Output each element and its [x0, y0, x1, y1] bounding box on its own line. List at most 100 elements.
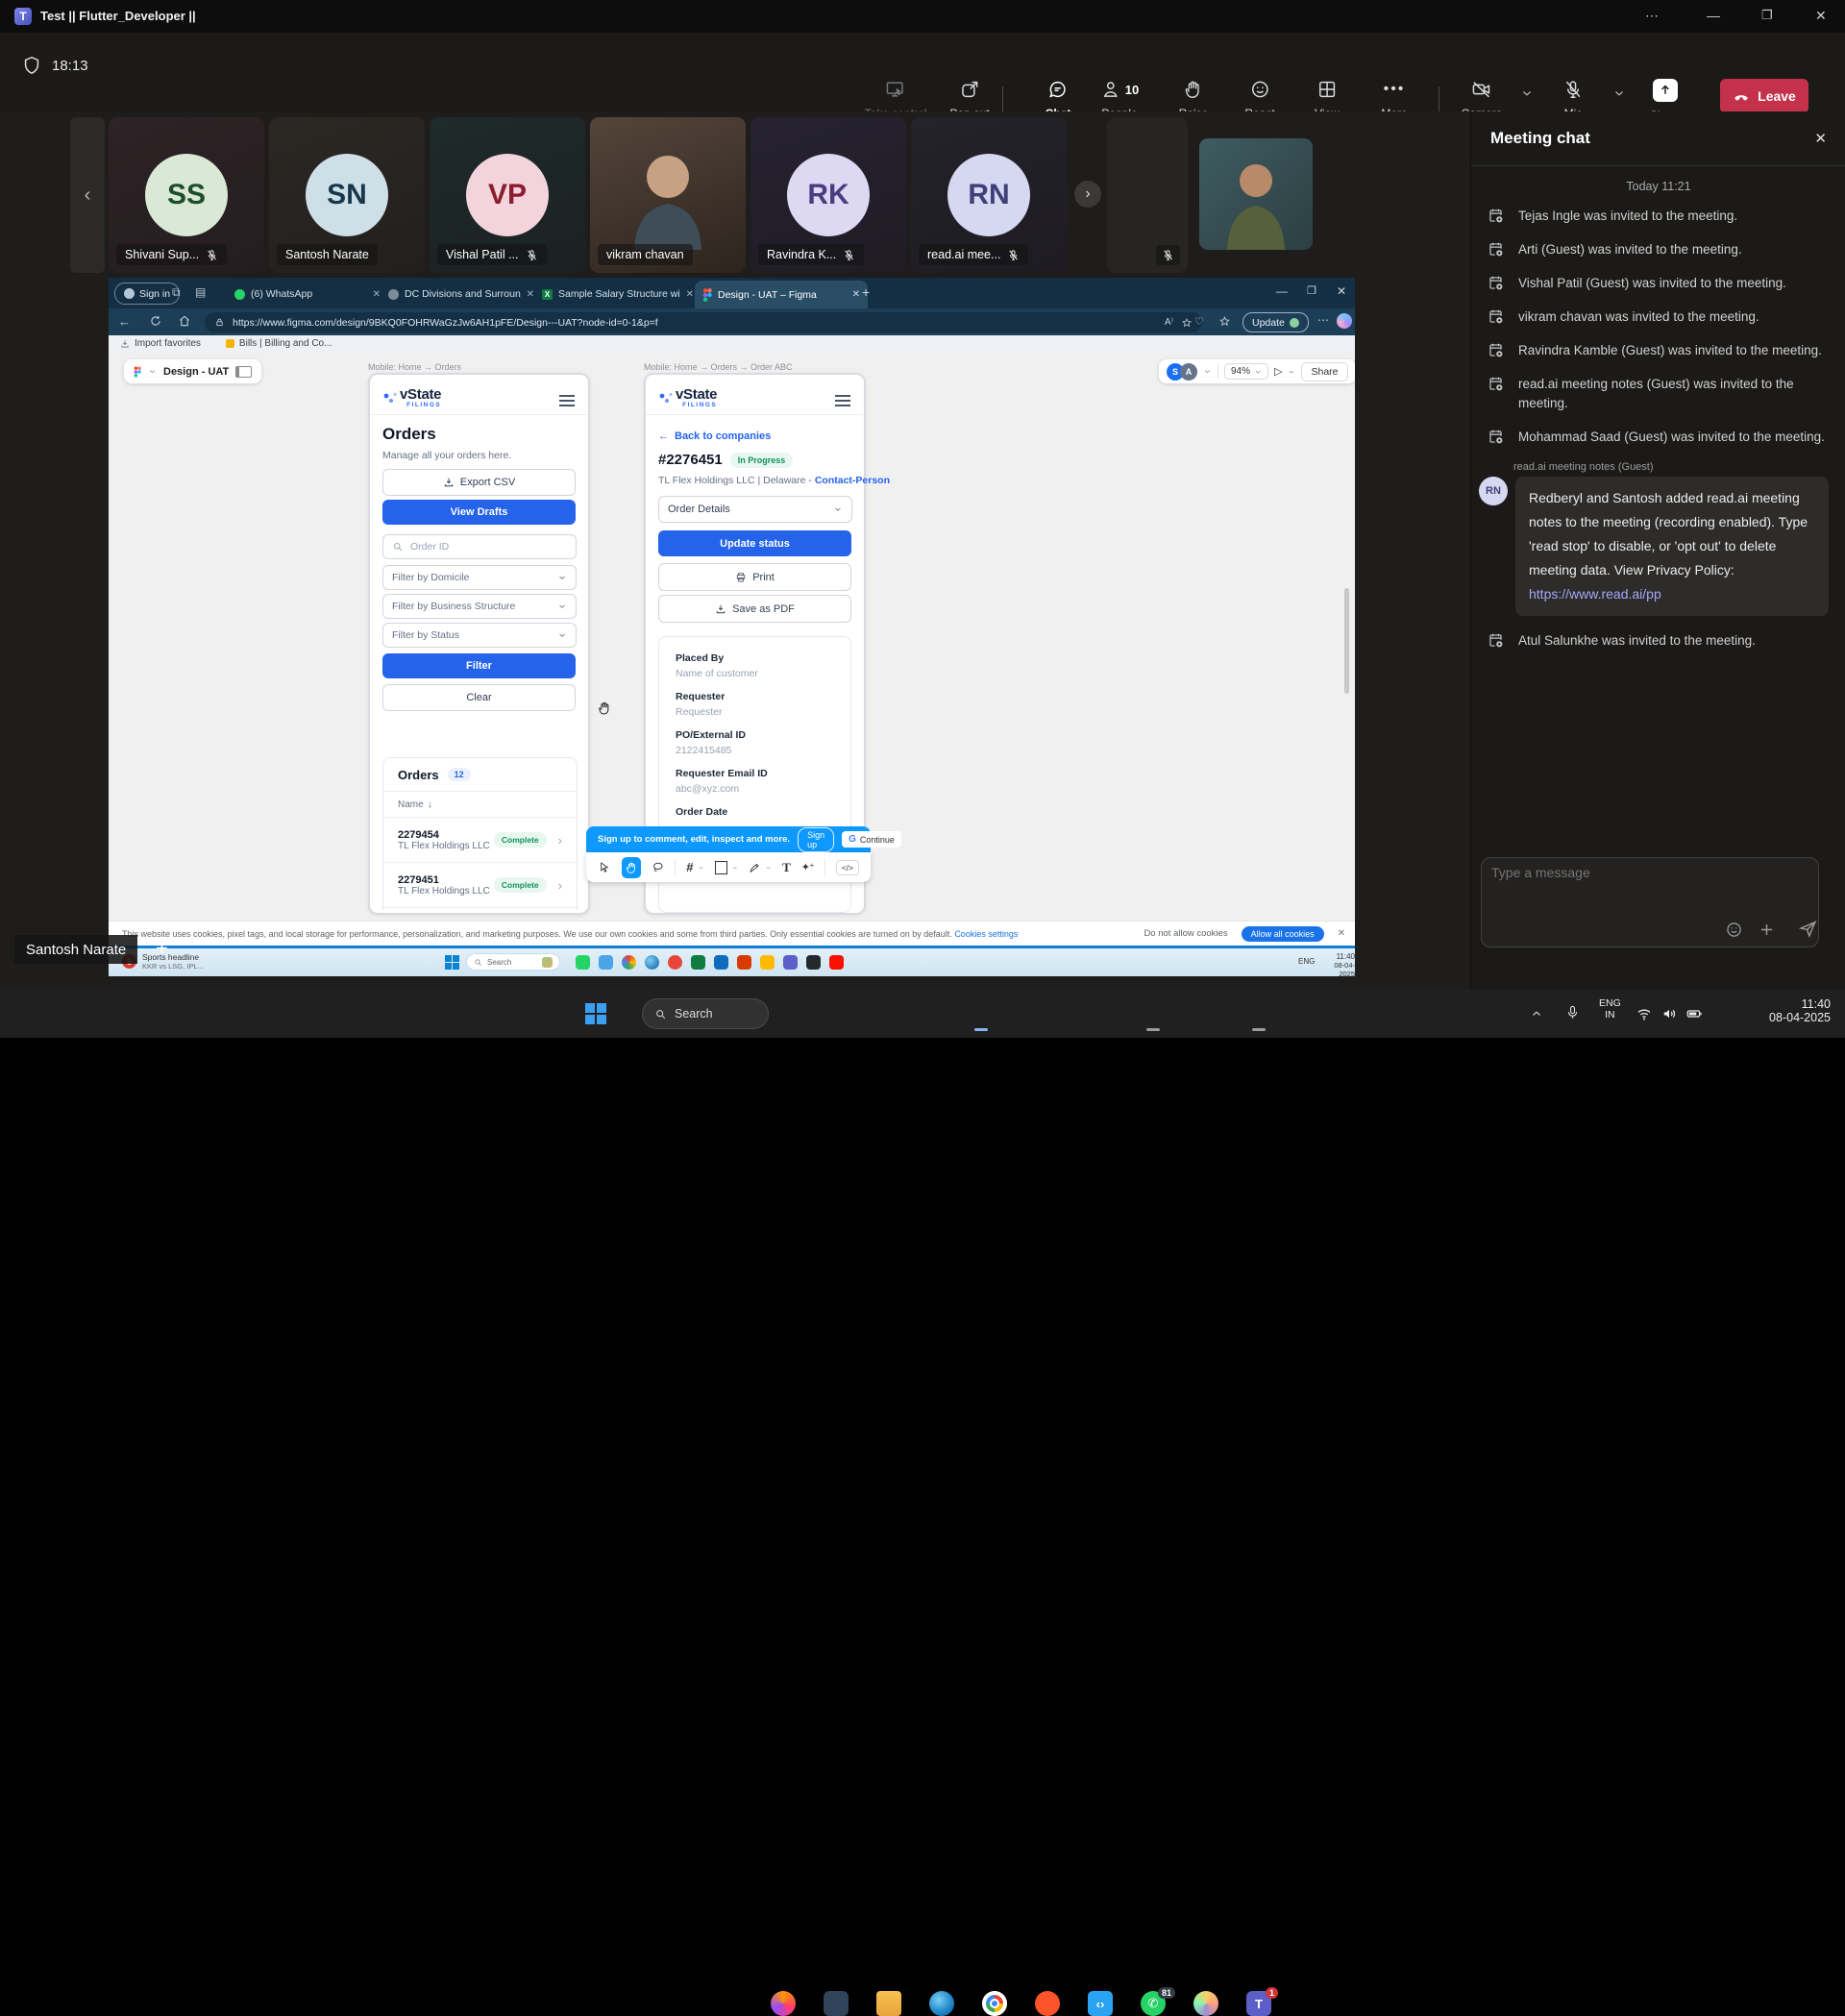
deny-cookies-button[interactable]: Do not allow cookies [1144, 928, 1227, 939]
tab-actions-icon[interactable]: ⧉ [172, 285, 181, 300]
chevron-right-icon[interactable]: › [558, 833, 562, 848]
shared-taskbar-icon[interactable] [760, 955, 775, 970]
participant-tile[interactable]: SN Santosh Narate [269, 117, 425, 273]
shared-taskbar-icon[interactable] [645, 955, 659, 970]
google-continue-button[interactable]: G Continue [842, 831, 901, 848]
vscode-icon[interactable]: ‹› [1088, 1991, 1113, 2016]
firefox-icon[interactable] [771, 1991, 796, 2016]
favorites-item[interactable]: Bills | Billing and Co... [226, 338, 332, 349]
shared-taskbar-icon[interactable] [737, 955, 751, 970]
chevron-down-icon[interactable] [1203, 367, 1212, 376]
filter-status-select[interactable]: Filter by Status [382, 623, 577, 648]
camera-options-chevron[interactable] [1520, 86, 1534, 100]
frame-tool-icon[interactable]: # [686, 860, 693, 874]
home-icon[interactable] [178, 314, 191, 328]
print-button[interactable]: Print [658, 563, 851, 591]
shared-start-button[interactable] [445, 955, 459, 970]
resources-tool-icon[interactable]: ✦⁺ [801, 861, 814, 873]
language-switcher[interactable]: ENG IN [1599, 997, 1621, 1020]
battery-icon[interactable] [1685, 1005, 1703, 1022]
zoom-menu[interactable]: 94% [1224, 363, 1268, 380]
wifi-icon[interactable] [1636, 1005, 1653, 1022]
tab-close-icon[interactable]: ✕ [686, 289, 694, 300]
window-restore-button[interactable]: ❐ [1761, 8, 1773, 23]
taskbar-clock[interactable]: 11:40 08-04-2025 [1730, 997, 1831, 1024]
present-icon[interactable]: ▷ [1274, 365, 1282, 378]
participant-tile[interactable] [1107, 117, 1188, 273]
browser-essentials-icon[interactable]: ♡ [1194, 315, 1204, 328]
widget-title[interactable]: Sports headline [142, 952, 204, 962]
pen-tool-icon[interactable] [749, 861, 761, 874]
edge-icon[interactable] [929, 1991, 954, 2016]
participant-tile[interactable]: VP Vishal Patil ... [430, 117, 585, 273]
tab-close-icon[interactable]: ✕ [527, 289, 534, 300]
chat-message-input[interactable] [1489, 864, 1782, 881]
url-bar[interactable]: https://www.figma.com/design/9BKQ0FOHRWa… [205, 312, 1202, 332]
view-drafts-button[interactable]: View Drafts [382, 500, 576, 525]
order-row[interactable]: 2279451 TL Flex Holdings LLC Complete › [383, 863, 577, 907]
tab-close-icon[interactable]: ✕ [373, 289, 381, 300]
taskbar-search-box[interactable]: Search [642, 998, 769, 1029]
chevron-down-icon[interactable] [698, 864, 704, 872]
attach-plus-icon[interactable] [1758, 921, 1776, 939]
new-tab-button[interactable]: + [862, 284, 870, 300]
filter-business-structure-select[interactable]: Filter by Business Structure [382, 594, 577, 619]
shared-clock[interactable]: 11:40 08-04-2025 [1321, 952, 1355, 976]
window-minimize-button[interactable]: — [1707, 8, 1720, 23]
order-details-select[interactable]: Order Details [658, 496, 852, 523]
browser-tab[interactable]: (6) WhatsApp ✕ [228, 282, 387, 307]
browser-restore-button[interactable]: ❐ [1307, 284, 1316, 297]
copilot-icon[interactable] [1337, 313, 1352, 329]
leave-button[interactable]: Leave [1720, 79, 1808, 113]
sort-desc-icon[interactable]: ↓ [428, 799, 432, 810]
chat-compose-box[interactable] [1481, 857, 1819, 947]
shared-language-indicator[interactable]: ENG [1298, 957, 1315, 966]
filmstrip-scroll-left-button[interactable]: ‹ [70, 117, 105, 273]
chevron-right-icon[interactable]: › [558, 878, 562, 893]
hand-tool-active-icon[interactable] [622, 857, 641, 878]
window-more-button[interactable]: ⋯ [1645, 8, 1660, 24]
chrome-icon[interactable] [982, 1991, 1007, 2016]
browser-tab-active[interactable]: Design - UAT – Figma ✕ [695, 281, 868, 308]
export-csv-button[interactable]: Export CSV [382, 469, 576, 496]
vertical-tabs-icon[interactable]: ▤ [195, 285, 206, 299]
annotation-plus-icon[interactable]: + [156, 936, 168, 961]
chevron-down-icon[interactable] [1288, 368, 1295, 376]
move-tool-icon[interactable] [598, 860, 611, 874]
frame-label[interactable]: Mobile: Home → Orders [368, 362, 461, 372]
cookie-settings-link[interactable]: Cookies settings [954, 929, 1018, 939]
figma-share-button[interactable]: Share [1301, 362, 1347, 381]
cookie-close-icon[interactable]: ✕ [1338, 928, 1345, 939]
participant-tile[interactable]: RK Ravindra K... [750, 117, 906, 273]
contact-person-link[interactable]: Contact-Person [815, 475, 890, 486]
hamburger-menu-icon[interactable] [835, 392, 850, 409]
browser-profile-icon[interactable] [1193, 1991, 1218, 2016]
frame-label[interactable]: Mobile: Home → Orders → Order ABC [644, 362, 793, 372]
participant-tile[interactable]: SS Shivani Sup... [109, 117, 264, 273]
shared-taskbar-icon[interactable] [668, 955, 682, 970]
shared-taskbar-icon[interactable] [622, 955, 636, 970]
text-tool-icon[interactable]: T [782, 860, 791, 875]
participant-tile[interactable]: RN read.ai mee... [911, 117, 1067, 273]
hamburger-menu-icon[interactable] [559, 392, 575, 409]
save-as-pdf-button[interactable]: Save as PDF [658, 595, 851, 623]
shared-taskbar-icon[interactable] [691, 955, 705, 970]
filter-domicile-select[interactable]: Filter by Domicile [382, 565, 577, 590]
mobile-frame-orders[interactable]: vState FILINGS Orders Manage all your or… [368, 373, 590, 915]
emoji-icon[interactable] [1725, 921, 1743, 939]
start-button[interactable] [585, 1003, 606, 1024]
volume-icon[interactable] [1660, 1005, 1678, 1022]
favorites-bar-icon[interactable] [1218, 315, 1231, 328]
order-id-search-input[interactable]: Order ID [382, 534, 577, 559]
file-explorer-icon[interactable] [876, 1991, 901, 2016]
shared-taskbar-icon[interactable] [576, 955, 590, 970]
read-aloud-icon[interactable]: A⁾ [1165, 317, 1173, 328]
dev-mode-toggle[interactable]: </> [836, 860, 859, 875]
participant-tile-video[interactable] [1199, 138, 1313, 250]
collaborator-avatar[interactable]: A [1180, 363, 1197, 381]
participant-tile-video[interactable]: vikram chavan [590, 117, 746, 273]
chevron-down-icon[interactable] [765, 864, 772, 872]
browser-menu-icon[interactable]: ⋯ [1317, 313, 1330, 327]
filter-button[interactable]: Filter [382, 653, 576, 678]
shared-taskbar-icon[interactable] [783, 955, 798, 970]
